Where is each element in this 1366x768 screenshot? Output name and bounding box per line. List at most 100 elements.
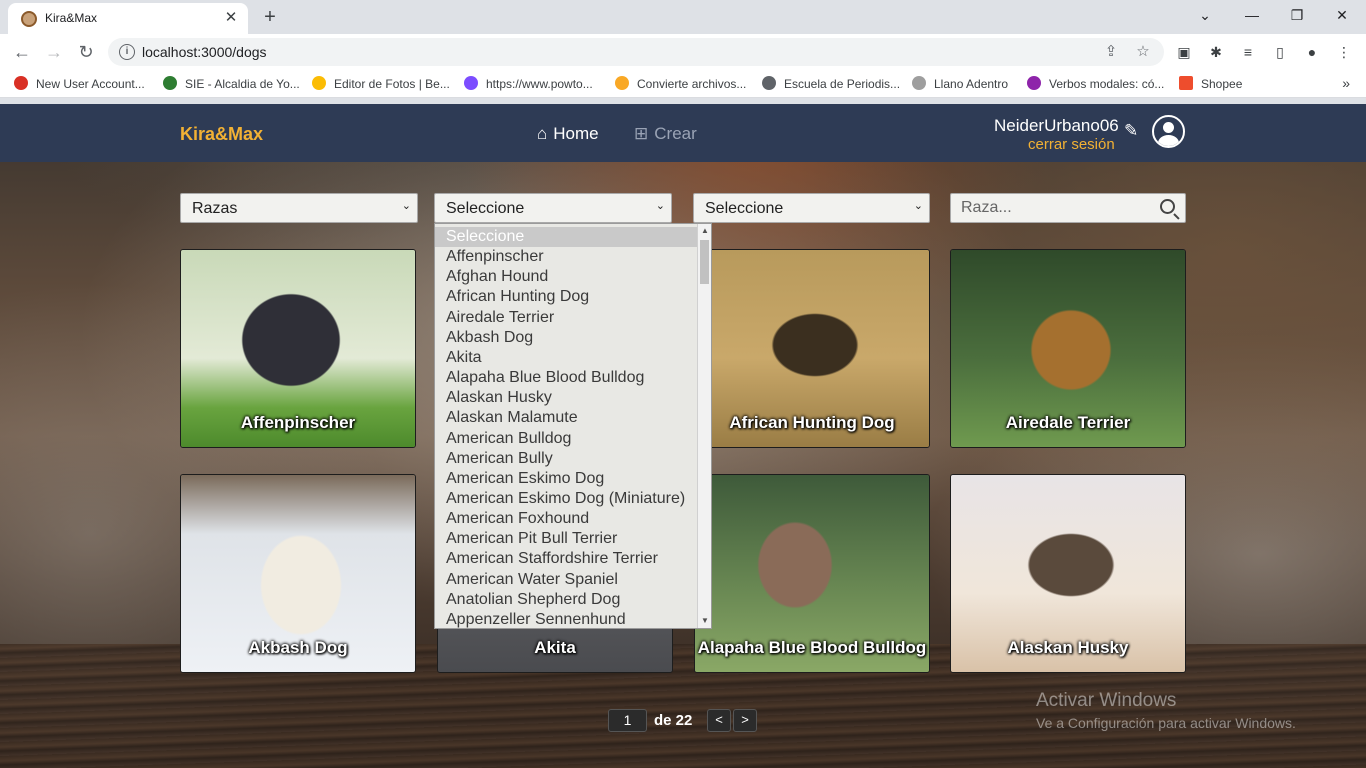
- scroll-up-icon[interactable]: ▲: [698, 224, 711, 238]
- browser-tab[interactable]: Kira&Max ✕: [8, 3, 248, 34]
- dog-card[interactable]: African Hunting Dog: [694, 249, 930, 448]
- menu-icon[interactable]: ⋮: [1335, 43, 1353, 61]
- bookmark-2[interactable]: SIE - Alcaldia de Yo...: [163, 76, 300, 91]
- bookmark-icon: [1179, 76, 1193, 90]
- add-square-icon: ⊞: [634, 124, 649, 143]
- bookmark-star-icon[interactable]: ☆: [1134, 43, 1152, 61]
- tab-title: Kira&Max: [45, 11, 98, 25]
- dropdown-option[interactable]: Seleccione: [435, 227, 697, 247]
- dropdown-option[interactable]: American Eskimo Dog: [435, 469, 697, 489]
- reload-icon[interactable]: ↻: [73, 40, 99, 64]
- media-control-icon[interactable]: ≡: [1239, 43, 1257, 61]
- address-bar[interactable]: i localhost:3000/dogs ⇪ ☆: [108, 38, 1164, 66]
- dropdown-option[interactable]: Akbash Dog: [435, 328, 697, 348]
- breed-filter-select[interactable]: Seleccione ⌄: [434, 193, 672, 223]
- dog-card[interactable]: Airedale Terrier: [950, 249, 1186, 448]
- page-total: de 22: [654, 712, 693, 729]
- home-icon: ⌂: [537, 124, 548, 143]
- scroll-down-icon[interactable]: ▼: [698, 614, 711, 628]
- bookmark-icon: [762, 76, 776, 90]
- dropdown-option[interactable]: American Eskimo Dog (Miniature): [435, 489, 697, 509]
- order-select[interactable]: Seleccione ⌄: [693, 193, 930, 223]
- extension-icon[interactable]: ▣: [1175, 43, 1193, 61]
- dropdown-option[interactable]: Airedale Terrier: [435, 308, 697, 328]
- bookmark-icon: [464, 76, 478, 90]
- logout-link[interactable]: cerrar sesión: [1028, 136, 1115, 153]
- nav-home[interactable]: ⌂ Home: [537, 124, 599, 144]
- bookmark-label: SIE - Alcaldia de Yo...: [185, 77, 300, 91]
- dog-card[interactable]: Akbash Dog: [180, 474, 416, 673]
- dropdown-option[interactable]: American Water Spaniel: [435, 570, 697, 590]
- prev-page-button[interactable]: <: [707, 709, 731, 732]
- bookmark-3[interactable]: Editor de Fotos | Be...: [312, 76, 450, 91]
- dropdown-option[interactable]: American Bulldog: [435, 429, 697, 449]
- dropdown-option[interactable]: American Foxhound: [435, 509, 697, 529]
- avatar-icon[interactable]: [1152, 115, 1185, 148]
- dropdown-option[interactable]: Affenpinscher: [435, 247, 697, 267]
- search-input[interactable]: [951, 194, 1151, 222]
- restore-icon[interactable]: ❐: [1275, 4, 1319, 28]
- puzzle-icon[interactable]: ✱: [1207, 43, 1225, 61]
- bookmark-label: Llano Adentro: [934, 77, 1009, 91]
- scrollbar-thumb[interactable]: [700, 240, 709, 284]
- bookmark-5[interactable]: Convierte archivos...: [615, 76, 746, 91]
- dropdown-option[interactable]: Appenzeller Sennenhund: [435, 610, 697, 628]
- bookmark-9[interactable]: Shopee: [1179, 76, 1242, 91]
- dropdown-option[interactable]: Alaskan Husky: [435, 388, 697, 408]
- windows-activation-title: Activar Windows: [1036, 690, 1177, 711]
- site-info-icon[interactable]: i: [119, 44, 135, 60]
- bookmark-6[interactable]: Escuela de Periodis...: [762, 76, 900, 91]
- dog-card-name: Akita: [534, 638, 576, 657]
- dog-card-name: Affenpinscher: [240, 413, 356, 432]
- chevron-down-icon: ⌄: [913, 200, 923, 212]
- page-number-input[interactable]: 1: [608, 709, 647, 732]
- next-page-button[interactable]: >: [733, 709, 757, 732]
- profile-icon[interactable]: ●: [1303, 43, 1321, 61]
- dog-card-name: Alaskan Husky: [1007, 638, 1129, 657]
- dog-card[interactable]: Alapaha Blue Blood Bulldog: [694, 474, 930, 673]
- chevron-down-icon: ⌄: [401, 200, 411, 212]
- dropdown-option[interactable]: Afghan Hound: [435, 267, 697, 287]
- dropdown-option[interactable]: Akita: [435, 348, 697, 368]
- bookmarks-bar: New User Account... SIE - Alcaldia de Yo…: [0, 70, 1366, 98]
- breed-dropdown-list[interactable]: Appenzeller Sennenhund Anatolian Shepherd…: [434, 223, 712, 629]
- more-bookmarks-icon[interactable]: »: [1342, 75, 1350, 91]
- back-icon[interactable]: ←: [9, 40, 35, 64]
- dropdown-option[interactable]: American Pit Bull Terrier: [435, 529, 697, 549]
- tab-search-icon[interactable]: ⌄: [1183, 4, 1227, 28]
- bookmark-1[interactable]: New User Account...: [14, 76, 145, 91]
- edit-pencil-icon[interactable]: ✎: [1124, 121, 1138, 141]
- dropdown-option[interactable]: Alaskan Malamute: [435, 408, 697, 428]
- share-icon[interactable]: ⇪: [1102, 43, 1120, 61]
- forward-icon[interactable]: →: [41, 40, 67, 64]
- close-tab-icon[interactable]: ✕: [222, 9, 240, 27]
- select-value: Seleccione: [705, 200, 784, 217]
- bookmark-icon: [912, 76, 926, 90]
- side-panel-icon[interactable]: ▯: [1271, 43, 1289, 61]
- dog-card[interactable]: Alaskan Husky: [950, 474, 1186, 673]
- dropdown-option[interactable]: African Hunting Dog: [435, 287, 697, 307]
- url-text[interactable]: localhost:3000/dogs: [142, 44, 267, 60]
- dropdown-option[interactable]: Anatolian Shepherd Dog: [435, 590, 697, 610]
- breed-source-select[interactable]: Razas ⌄: [180, 193, 418, 223]
- bookmark-7[interactable]: Llano Adentro: [912, 76, 1008, 91]
- dropdown-option[interactable]: American Bully: [435, 449, 697, 469]
- dog-card-name: African Hunting Dog: [729, 413, 895, 432]
- new-tab-icon[interactable]: +: [258, 6, 282, 30]
- nav-home-label: Home: [553, 124, 599, 143]
- minimize-icon[interactable]: —: [1230, 4, 1274, 28]
- scrollbar[interactable]: ▲ ▼: [697, 224, 711, 628]
- nav-create[interactable]: ⊞ Crear: [634, 124, 697, 144]
- bookmark-4[interactable]: https://www.powto...: [464, 76, 593, 91]
- close-window-icon[interactable]: ✕: [1320, 4, 1364, 28]
- dropdown-option[interactable]: American Staffordshire Terrier: [435, 549, 697, 569]
- search-icon[interactable]: [1160, 199, 1175, 214]
- browser-tab-bar: Kira&Max ✕ + ⌄ — ❐ ✕: [0, 0, 1366, 34]
- dropdown-option[interactable]: Alapaha Blue Blood Bulldog: [435, 368, 697, 388]
- chevron-down-icon: ⌄: [655, 200, 665, 212]
- brand-logo[interactable]: Kira&Max: [180, 124, 263, 145]
- bookmark-label: New User Account...: [36, 77, 145, 91]
- bookmark-8[interactable]: Verbos modales: có...: [1027, 76, 1164, 91]
- bookmark-label: Convierte archivos...: [637, 77, 747, 91]
- dog-card[interactable]: Affenpinscher: [180, 249, 416, 448]
